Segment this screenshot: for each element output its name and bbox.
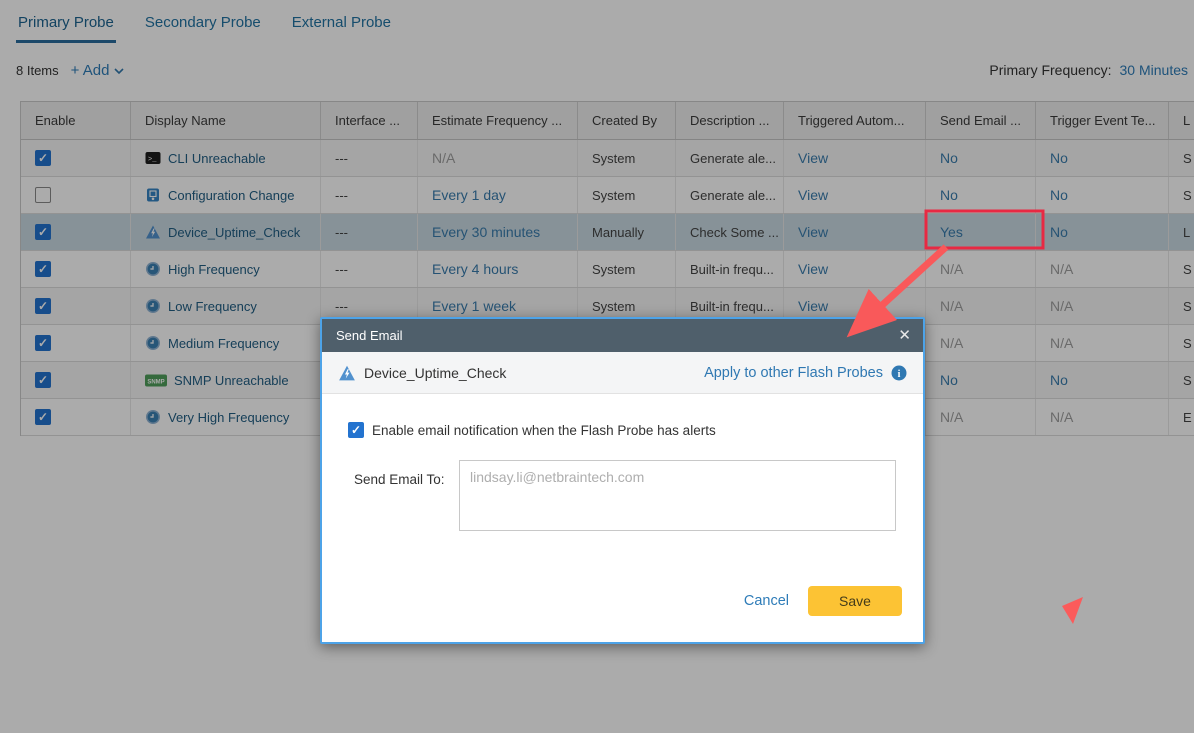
send-email-to-label: Send Email To: [354, 472, 445, 487]
send-email-to-input[interactable] [459, 460, 896, 531]
save-button[interactable]: Save [808, 586, 902, 616]
apply-to-other-probes-link[interactable]: Apply to other Flash Probes [704, 365, 883, 381]
dialog-title: Send Email [336, 328, 402, 343]
svg-text:i: i [898, 369, 901, 380]
enable-notification-row: Enable email notification when the Flash… [348, 422, 716, 438]
dialog-probe-row: Device_Uptime_Check Apply to other Flash… [322, 352, 923, 394]
enable-notification-checkbox[interactable] [348, 422, 364, 438]
close-icon[interactable]: ✕ [898, 328, 911, 343]
dialog-probe-name: Device_Uptime_Check [364, 365, 506, 381]
send-email-dialog: Send Email ✕ Device_Uptime_Check Apply t… [320, 317, 925, 644]
dialog-header: Send Email ✕ [322, 319, 923, 352]
cancel-button[interactable]: Cancel [744, 593, 789, 609]
flash-probe-icon [338, 364, 356, 382]
enable-notification-label: Enable email notification when the Flash… [372, 423, 716, 438]
info-icon[interactable]: i [891, 365, 907, 381]
